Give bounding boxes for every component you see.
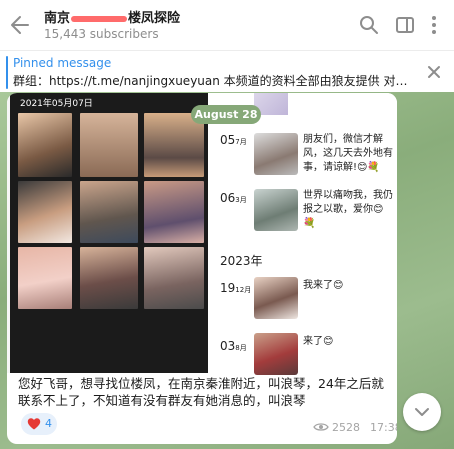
subscriber-count: 15,443 subscribers xyxy=(44,27,159,41)
entry-day: 05 xyxy=(220,133,236,147)
entry-text: 世界以痛吻我，我仍报之以歌，爱你😊💐 xyxy=(303,190,393,229)
reaction-count: 4 xyxy=(45,417,52,430)
entry-day: 06 xyxy=(220,191,236,205)
entry-date: 038月 xyxy=(220,339,247,353)
channel-title-start: 南京 xyxy=(44,11,71,26)
photo-date: 2021年05月07日 xyxy=(20,99,93,109)
collage-photo xyxy=(18,247,72,309)
entry-month: 3月 xyxy=(235,196,247,204)
photo-collage: 2021年05月07日 xyxy=(10,93,208,373)
more-vert-icon[interactable] xyxy=(426,14,442,36)
entry-thumbnail xyxy=(254,333,298,375)
pinned-indicator xyxy=(6,56,8,89)
redaction-mark xyxy=(71,15,128,22)
entry-date: 1912月 xyxy=(220,281,251,295)
pinned-message-bar[interactable]: Pinned message 群组：https://t.me/nanjingxu… xyxy=(0,50,454,92)
entry-day: 03 xyxy=(220,339,236,353)
pinned-text: 群组：https://t.me/nanjingxueyuan 本频道的资料全部由… xyxy=(13,74,411,88)
entry-month: 8月 xyxy=(235,344,247,352)
message-caption: 您好飞哥，想寻找位楼凤，在南京秦淮附近，叫浪琴，24年之后就联系不上了，不知道有… xyxy=(18,376,384,408)
collage-photo xyxy=(80,181,138,243)
scroll-down-button[interactable] xyxy=(403,393,441,431)
chevron-down-icon xyxy=(415,408,429,416)
reaction-chip[interactable]: 4 xyxy=(21,413,57,435)
message-photo[interactable]: 2021年05月07日 August 28 057月 朋友们，微信才解风，这几天… xyxy=(7,93,397,375)
sidebar-toggle-icon[interactable] xyxy=(394,14,416,36)
entry-thumbnail xyxy=(254,133,298,175)
collage-photo xyxy=(18,181,72,243)
search-icon[interactable] xyxy=(358,14,380,36)
collage-photo xyxy=(80,247,138,309)
message-bubble[interactable]: 2021年05月07日 August 28 057月 朋友们，微信才解风，这几天… xyxy=(7,93,397,444)
channel-title-end: 楼凤探险 xyxy=(128,11,181,26)
date-pill: August 28 xyxy=(191,105,261,124)
heart-icon xyxy=(27,418,41,430)
collage-photo xyxy=(144,181,204,243)
view-count: 2528 xyxy=(332,421,360,434)
eye-icon xyxy=(313,423,329,431)
message-time: 17:38 xyxy=(370,421,397,434)
entry-date: 063月 xyxy=(220,191,247,205)
entry-thumbnail xyxy=(254,189,298,231)
entry-thumbnail xyxy=(254,277,298,319)
collage-photo xyxy=(18,113,72,177)
channel-title[interactable]: 南京 楼凤探险 xyxy=(44,7,180,26)
back-arrow-icon[interactable] xyxy=(10,12,30,38)
message-meta: 2528 17:38 xyxy=(313,421,397,434)
entry-day: 19 xyxy=(220,281,236,295)
entry-text: 朋友们，微信才解风，这几天去外地有事，请谅解!😊💐 xyxy=(303,134,393,173)
year-heading: 2023年 xyxy=(220,254,263,268)
entry-date: 057月 xyxy=(220,133,247,147)
entry-text: 来了😊 xyxy=(303,336,334,347)
entry-text: 我来了😊 xyxy=(303,280,344,291)
collage-photo xyxy=(80,113,138,177)
entry-month: 12月 xyxy=(235,286,252,294)
entry-month: 7月 xyxy=(235,138,247,146)
close-icon[interactable] xyxy=(426,64,442,80)
collage-photo xyxy=(144,247,204,309)
pinned-label: Pinned message xyxy=(13,56,112,70)
chat-header: 南京 楼凤探险 15,443 subscribers xyxy=(0,0,454,50)
